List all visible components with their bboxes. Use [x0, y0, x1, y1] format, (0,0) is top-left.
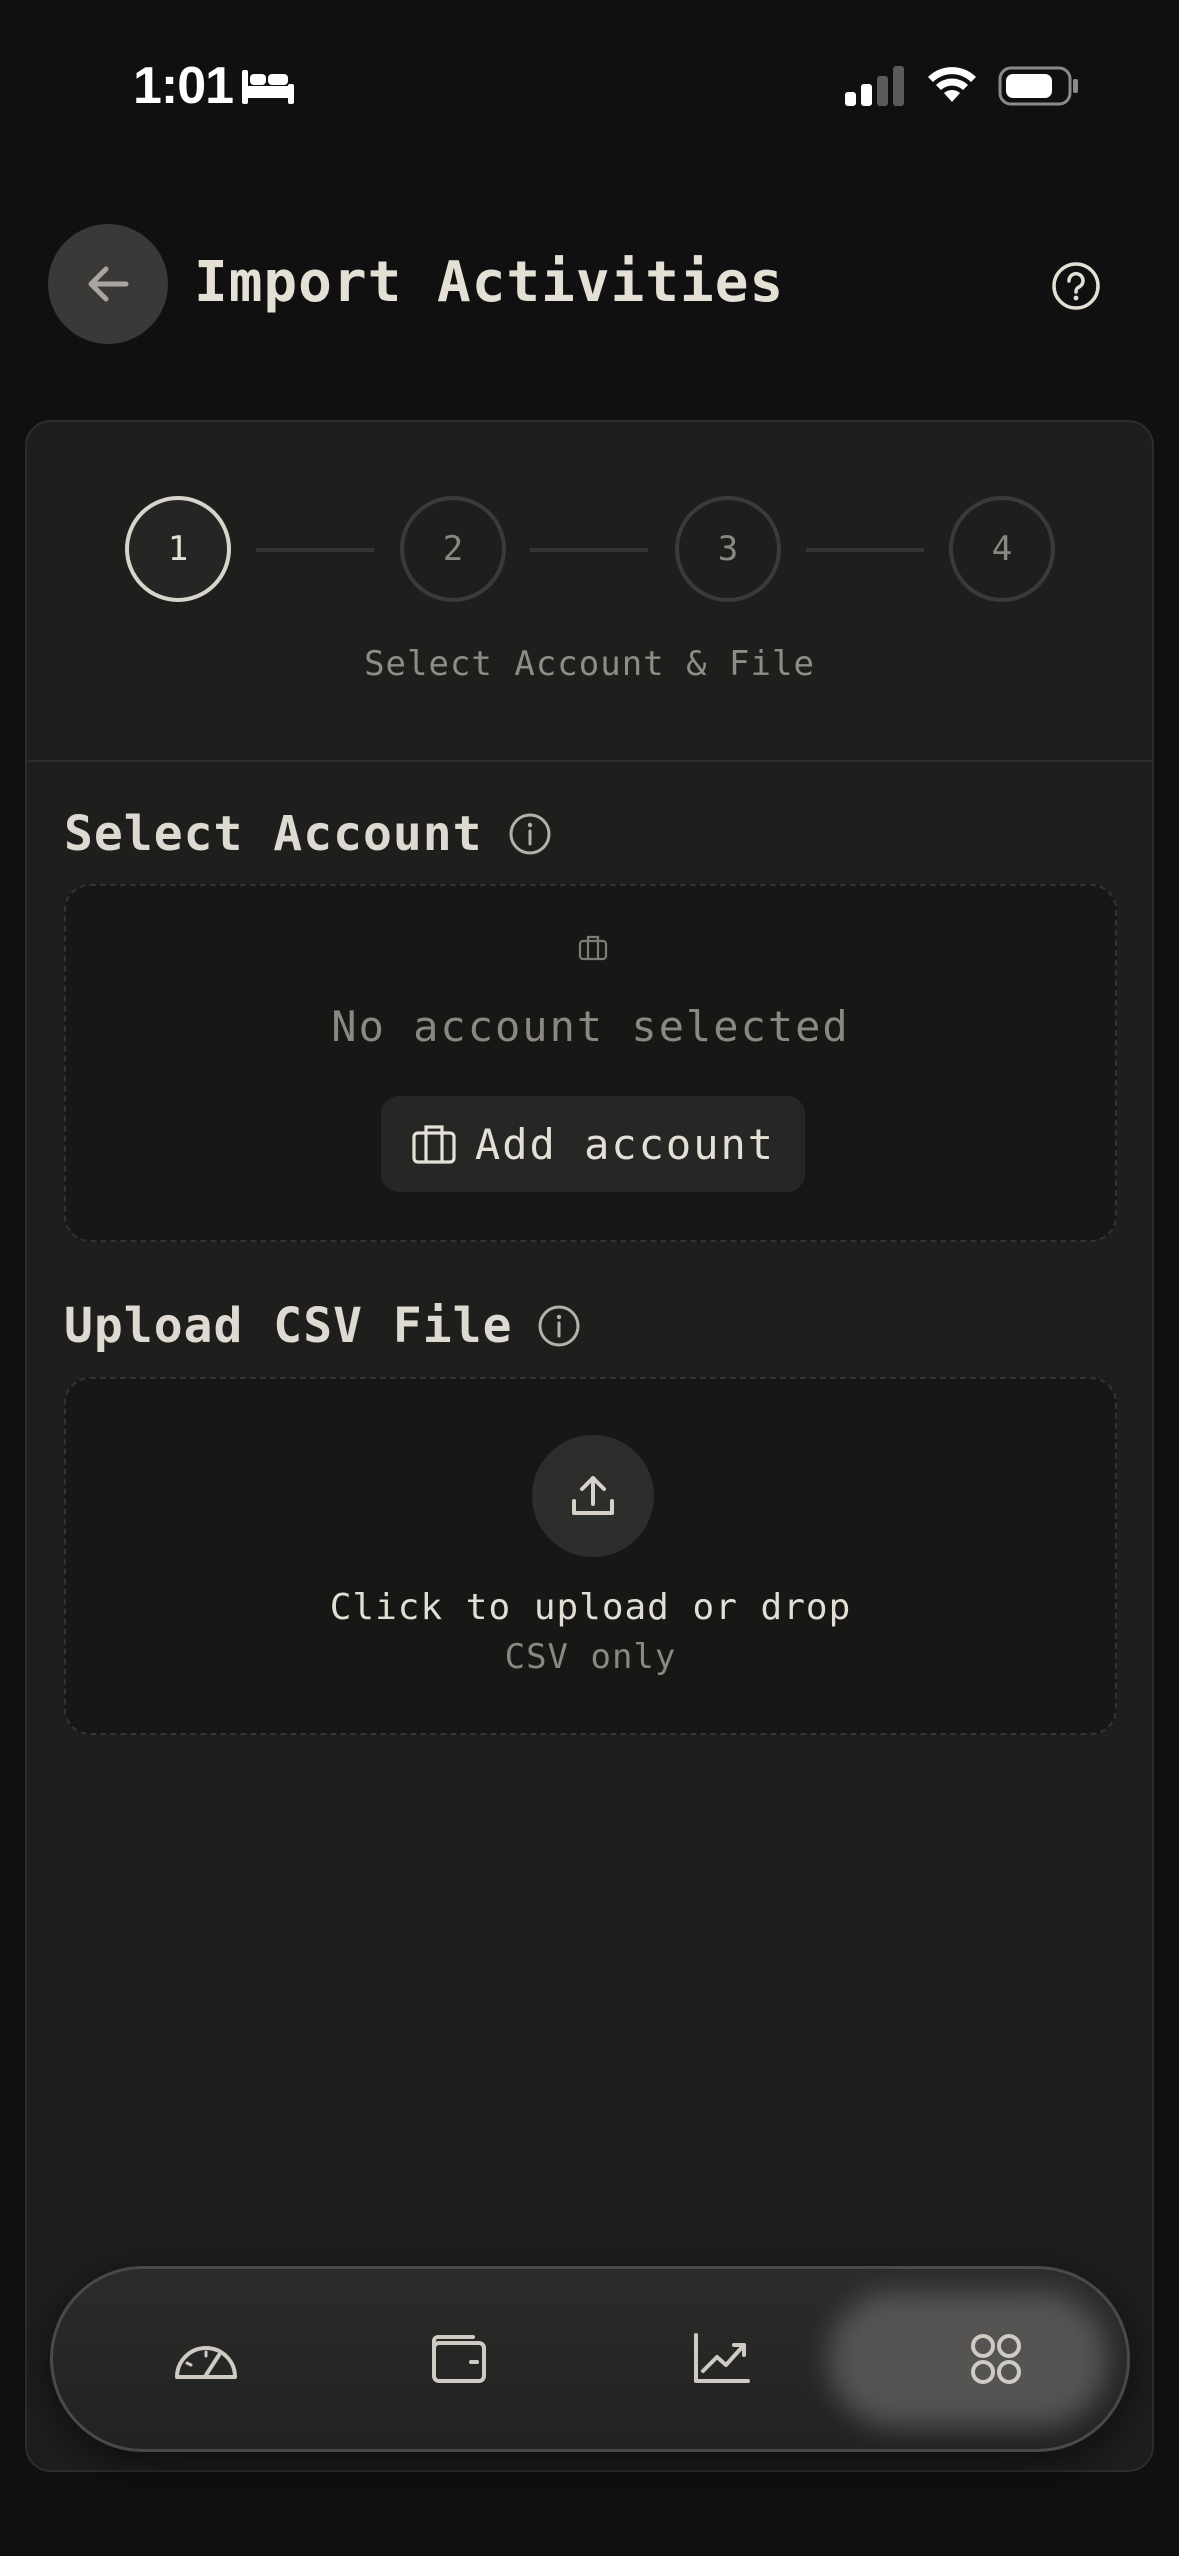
- upload-instructions: Click to upload or drop: [329, 1587, 852, 1628]
- step-1[interactable]: 1: [125, 496, 231, 602]
- step-connector: [256, 548, 374, 552]
- no-account-text: No account selected: [331, 1002, 850, 1051]
- account-dropzone[interactable]: No account selected Add account: [64, 884, 1117, 1242]
- status-bar: 1:01: [0, 0, 1179, 170]
- step-3[interactable]: 3: [675, 496, 781, 602]
- wifi-icon: [928, 67, 976, 102]
- wallet-icon: [432, 2335, 486, 2383]
- upload-icon: [572, 1476, 614, 1515]
- apps-grid-icon: [971, 2334, 1021, 2384]
- import-activities-screen: 1:01 Import Activities 1 2 3 4 Select Ac…: [0, 0, 1179, 2556]
- nav-dashboard[interactable]: [151, 2309, 261, 2409]
- dashboard-gauge-icon: [175, 2346, 237, 2379]
- step-2[interactable]: 2: [400, 496, 506, 602]
- step-4[interactable]: 4: [949, 496, 1055, 602]
- page-title: Import Activities: [194, 250, 785, 315]
- bottom-navigation: [50, 2266, 1130, 2452]
- stepper: 1 2 3 4 Select Account & File: [27, 422, 1152, 762]
- info-icon[interactable]: [536, 1303, 582, 1349]
- status-time: 1:01: [133, 57, 234, 115]
- csv-upload-dropzone[interactable]: Click to upload or drop CSV only: [64, 1377, 1117, 1735]
- step-caption: Select Account & File: [364, 644, 815, 684]
- nav-performance[interactable]: [666, 2309, 776, 2409]
- upload-csv-heading: Upload CSV File: [64, 1298, 582, 1354]
- info-icon[interactable]: [507, 811, 553, 857]
- select-account-heading: Select Account: [64, 806, 553, 862]
- step-connector: [530, 548, 648, 552]
- select-account-title: Select Account: [64, 806, 483, 862]
- sleep-bed-icon: [242, 70, 294, 104]
- add-account-label: Add account: [474, 1119, 776, 1169]
- battery-icon: [998, 66, 1078, 106]
- back-button[interactable]: [48, 224, 168, 344]
- chart-trending-icon: [694, 2333, 750, 2383]
- step-connector: [806, 548, 924, 552]
- briefcase-icon: [578, 935, 608, 961]
- upload-button[interactable]: [532, 1435, 654, 1557]
- nav-more[interactable]: [941, 2309, 1051, 2409]
- upload-file-type-hint: CSV only: [504, 1637, 677, 1677]
- nav-wallet[interactable]: [404, 2309, 514, 2409]
- upload-csv-title: Upload CSV File: [64, 1298, 513, 1354]
- cellular-signal-icon: [845, 66, 904, 106]
- add-account-button[interactable]: Add account: [381, 1096, 805, 1192]
- import-card: 1 2 3 4 Select Account & File Select Acc…: [25, 420, 1154, 2472]
- arrow-left-icon: [88, 266, 129, 302]
- help-question-icon[interactable]: [1050, 260, 1102, 312]
- briefcase-icon: [412, 1125, 456, 1164]
